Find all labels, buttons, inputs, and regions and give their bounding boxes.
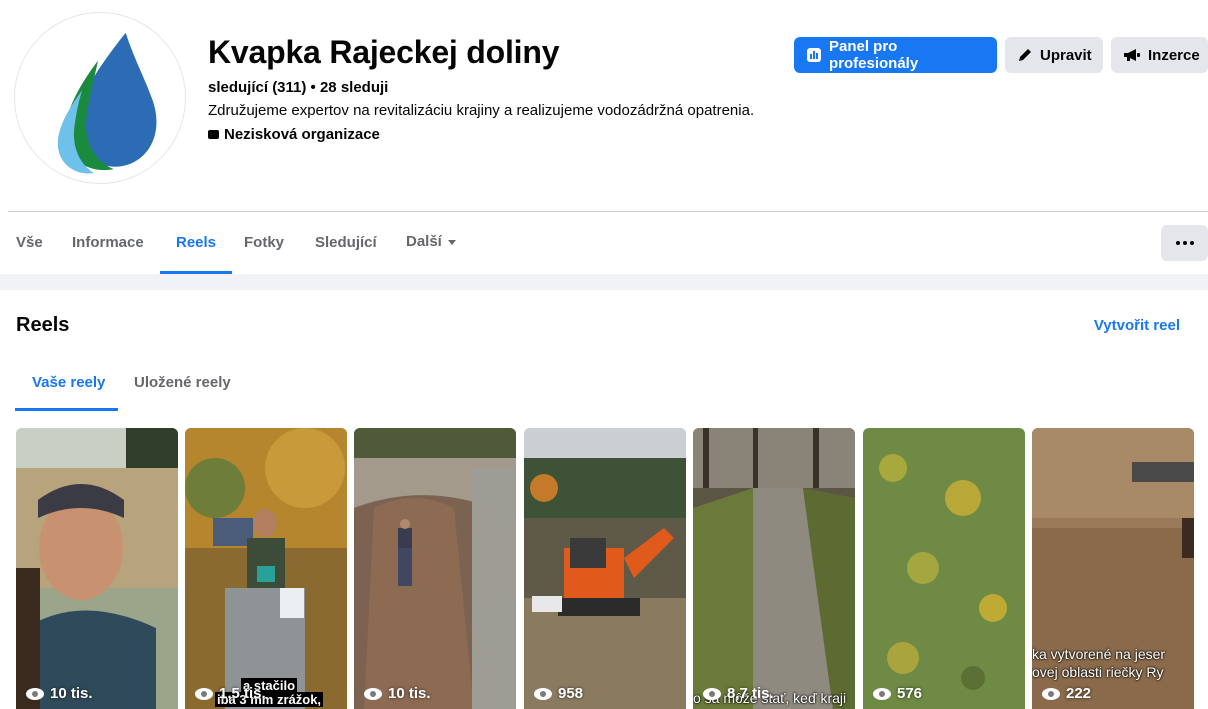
view-count: 576 [873, 685, 922, 702]
active-subtab-indicator [15, 408, 118, 411]
megaphone-icon [1124, 49, 1140, 61]
profile-tabs: Vše Informace Reels Fotky Sledující Dalš… [0, 212, 1208, 274]
reel-preview-image [863, 428, 1025, 709]
eye-icon [703, 687, 721, 700]
view-count-label: 222 [1066, 685, 1092, 702]
reel-preview-image [354, 428, 516, 709]
category-label: Nezisková organizace [224, 126, 380, 143]
view-count: 10 tis. [26, 685, 93, 702]
reel-thumbnail[interactable]: ka vytvorené na jeser ovej oblasti riečk… [1032, 428, 1194, 709]
tab-photos[interactable]: Fotky [244, 212, 284, 272]
reel-thumbnail[interactable]: 958 [524, 428, 686, 709]
view-count: 1,5 tis. [195, 685, 266, 702]
eye-icon [534, 687, 552, 700]
reel-thumbnail[interactable]: 576 [863, 428, 1025, 709]
page-avatar[interactable] [14, 12, 186, 184]
eye-icon [364, 687, 382, 700]
reels-section-title: Reels [16, 314, 70, 336]
caret-down-icon [447, 239, 456, 245]
tab-more[interactable]: Další [406, 212, 456, 272]
section-separator [0, 274, 1208, 290]
reel-preview-image [524, 428, 686, 709]
view-count-label: 1,5 tis. [219, 685, 266, 702]
view-count: 10 tis. [364, 685, 431, 702]
dot-icon [1182, 241, 1187, 245]
eye-icon [195, 687, 213, 700]
page-category: Nezisková organizace [208, 126, 380, 143]
page-title: Kvapka Rajeckej doliny [208, 34, 560, 70]
dashboard-button-label: Panel pro profesionály [829, 38, 919, 72]
tab-reels[interactable]: Reels [159, 212, 233, 274]
reel-thumbnail[interactable]: 10 tis. [16, 428, 178, 709]
view-count-label: 10 tis. [50, 685, 93, 702]
water-drop-logo [57, 32, 157, 174]
eye-icon [873, 687, 891, 700]
create-reel-link[interactable]: Vytvořit reel [1094, 317, 1180, 334]
ads-button-label: Inzerce [1148, 46, 1200, 64]
view-count: 222 [1042, 685, 1091, 702]
professional-dashboard-button[interactable]: Panel pro profesionály [794, 37, 997, 73]
page-description: Združujeme expertov na revitalizáciu kra… [208, 102, 755, 119]
view-count-label: 958 [558, 685, 584, 702]
more-options-button[interactable] [1161, 225, 1208, 261]
edit-button-label: Upravit [1040, 46, 1092, 64]
briefcase-icon [208, 130, 219, 139]
subtab-saved-reels[interactable]: Uložené reely [134, 374, 231, 391]
view-count-label: 10 tis. [388, 685, 431, 702]
tab-more-label: Další [406, 233, 442, 250]
reel-thumbnail[interactable]: o sa môže stať, keď kraji 8,7 tis. [693, 428, 855, 709]
tab-followers[interactable]: Sledující [315, 212, 377, 272]
view-count-label: 576 [897, 685, 923, 702]
followers-count[interactable]: sledující (311) • 28 sleduji [208, 79, 388, 96]
view-count-label: 8,7 tis. [727, 685, 774, 702]
pencil-icon [1019, 49, 1031, 61]
reel-preview-image [693, 428, 855, 709]
reel-preview-image [16, 428, 178, 709]
dashboard-icon [807, 48, 821, 62]
subtab-your-reels[interactable]: Vaše reely [32, 374, 105, 391]
view-count: 8,7 tis. [703, 685, 774, 702]
dot-icon [1175, 241, 1180, 245]
eye-icon [1042, 687, 1060, 700]
reel-preview-image [185, 428, 347, 709]
reel-caption: ovej oblasti riečky Ry [1032, 664, 1164, 680]
tab-all[interactable]: Vše [16, 212, 43, 272]
reels-card: Reels Vytvořit reel Vaše reely Uložené r… [0, 290, 1208, 709]
edit-button[interactable]: Upravit [1005, 37, 1103, 73]
eye-icon [26, 687, 44, 700]
dot-icon [1189, 241, 1194, 245]
view-count: 958 [534, 685, 583, 702]
reel-caption: ka vytvorené na jeser [1032, 646, 1166, 662]
tab-about[interactable]: Informace [72, 212, 144, 272]
ads-button[interactable]: Inzerce [1111, 37, 1208, 73]
reel-thumbnail[interactable]: a stačilo iba 3 mm zrážok, 1,5 tis. [185, 428, 347, 709]
reel-thumbnail[interactable]: 10 tis. [354, 428, 516, 709]
